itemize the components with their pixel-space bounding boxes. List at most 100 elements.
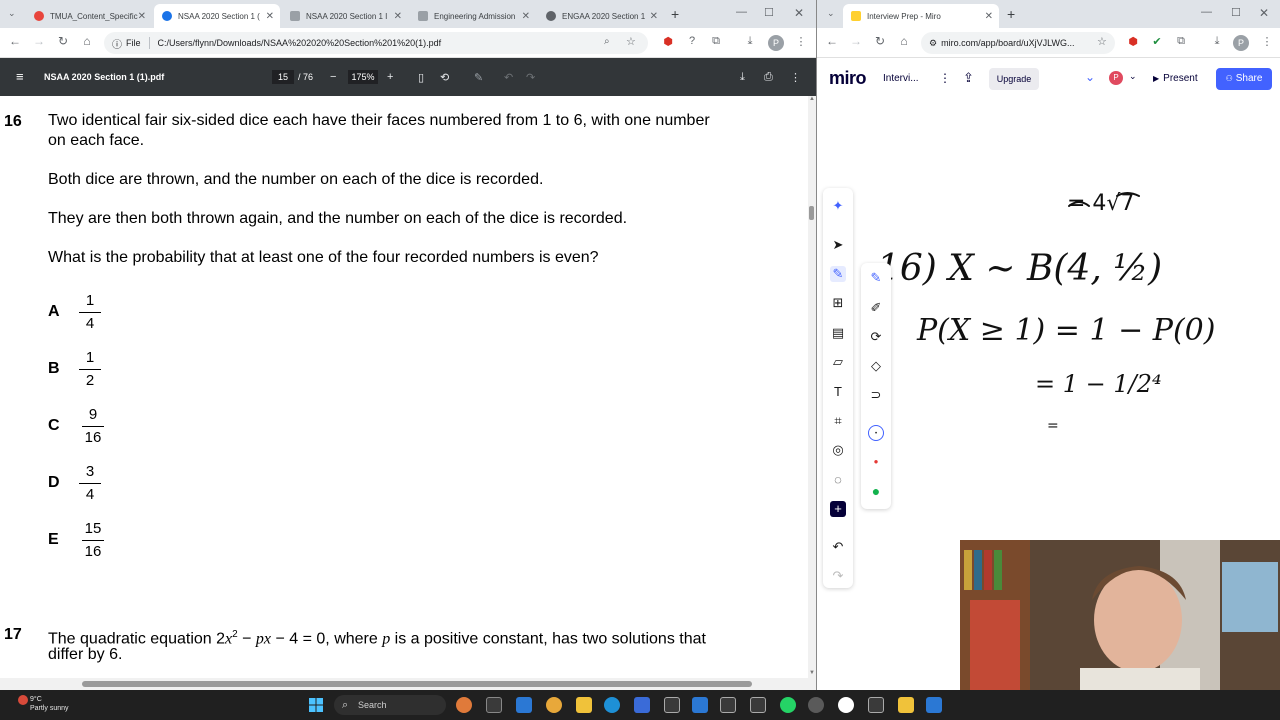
horizontal-scroll-thumb[interactable]: [82, 681, 752, 687]
pdf-more-icon[interactable]: ⋮: [790, 71, 801, 84]
download-icon[interactable]: ⤓: [1209, 35, 1225, 48]
task-view-icon[interactable]: [486, 697, 502, 713]
color-red-swatch[interactable]: ●: [868, 454, 884, 470]
taskbar-search[interactable]: ⌕ Search: [334, 695, 446, 715]
minimize-icon[interactable]: —: [1201, 6, 1212, 18]
copilot-icon[interactable]: [546, 697, 562, 713]
extension-puzzle-icon[interactable]: ?: [684, 35, 700, 47]
weather-widget[interactable]: 9°C Partly sunny: [30, 695, 69, 713]
chrome-icon[interactable]: [838, 697, 854, 713]
collaborator-avatar[interactable]: P: [1109, 71, 1123, 85]
pdf-download-icon[interactable]: ⤓: [740, 71, 745, 84]
redo-icon[interactable]: ↷: [526, 71, 535, 84]
pen-icon[interactable]: ✎: [830, 266, 846, 282]
board-menu-icon[interactable]: ⋮: [939, 71, 951, 85]
shapes-icon[interactable]: ◎: [830, 442, 846, 458]
scroll-thumb[interactable]: [809, 206, 814, 220]
close-icon[interactable]: ✕: [394, 11, 402, 22]
smart-draw-icon[interactable]: ⟳: [868, 329, 884, 345]
extensions-icon[interactable]: ⧉: [708, 35, 724, 48]
menu-kebab-icon[interactable]: ⋮: [1259, 35, 1275, 48]
frame-icon[interactable]: ⌗: [830, 413, 846, 429]
address-bar[interactable]: ⚙ miro.com/app/board/uXjVJLWG... ☆: [921, 32, 1115, 54]
app-window-icon[interactable]: [750, 697, 766, 713]
rotate-icon[interactable]: ⟲: [440, 71, 449, 84]
share-button[interactable]: ⚇ Share: [1216, 68, 1272, 90]
edge-browser-icon[interactable]: [604, 697, 620, 713]
download-icon[interactable]: ⤓: [742, 35, 758, 48]
tab-search-icon[interactable]: ⌄: [827, 8, 835, 19]
forward-icon[interactable]: →: [847, 34, 865, 48]
whatsapp-icon[interactable]: [780, 697, 796, 713]
extensions-icon[interactable]: ⧉: [1173, 35, 1189, 48]
home-icon[interactable]: ⌂: [895, 34, 913, 48]
new-tab-icon[interactable]: +: [1007, 6, 1015, 22]
zoom-level[interactable]: 175%: [348, 70, 378, 84]
sticky-note-icon[interactable]: ▱: [830, 354, 846, 370]
settings-gear-icon[interactable]: [808, 697, 824, 713]
table-icon[interactable]: ▤: [830, 325, 846, 341]
app-window-icon[interactable]: [868, 697, 884, 713]
zoom-out-icon[interactable]: −: [330, 71, 336, 83]
app-window-icon[interactable]: [692, 697, 708, 713]
board-name[interactable]: Intervi...: [883, 73, 919, 84]
menu-kebab-icon[interactable]: ⋮: [793, 35, 809, 48]
lasso-icon[interactable]: ⊃: [868, 387, 884, 403]
ai-sparkle-icon[interactable]: ✦: [830, 198, 846, 214]
home-icon[interactable]: ⌂: [78, 34, 96, 48]
tab-nsaa-active[interactable]: NSAA 2020 Section 1 ( ✕: [154, 4, 280, 28]
file-explorer-icon[interactable]: [576, 697, 592, 713]
back-icon[interactable]: ←: [6, 34, 24, 48]
close-icon[interactable]: ✕: [985, 11, 993, 22]
undo-icon[interactable]: ↶: [504, 71, 513, 84]
color-green-swatch[interactable]: ●: [868, 483, 884, 499]
annotate-icon[interactable]: ✎: [474, 71, 483, 84]
weather-icon[interactable]: [18, 695, 28, 705]
address-bar[interactable]: ⓘ File C:/Users/flynn/Downloads/NSAA%202…: [104, 32, 648, 54]
close-icon[interactable]: ✕: [138, 11, 146, 22]
taskbar-app-icon[interactable]: [516, 697, 532, 713]
bookmark-star-icon[interactable]: ☆: [1097, 35, 1107, 48]
pdf-vertical-scrollbar[interactable]: ▲ ▼: [808, 96, 816, 680]
print-icon[interactable]: ⎙: [764, 71, 773, 84]
reload-icon[interactable]: ↻: [871, 34, 889, 48]
fit-page-icon[interactable]: ▯: [418, 71, 424, 84]
reactions-icon[interactable]: ⌄: [1085, 70, 1095, 84]
comment-icon[interactable]: ◌: [830, 472, 846, 488]
minimize-icon[interactable]: —: [736, 6, 747, 18]
page-number-input[interactable]: 15: [272, 70, 294, 84]
adblock-icon[interactable]: ⬢: [660, 35, 676, 48]
tab-nsaa-2[interactable]: NSAA 2020 Section 1 I ✕: [282, 4, 408, 28]
pdf-horizontal-scrollbar[interactable]: [0, 678, 816, 690]
window-close-icon[interactable]: ✕: [794, 6, 804, 20]
redo-icon[interactable]: ↷: [830, 568, 846, 584]
tab-miro[interactable]: Interview Prep - Miro ✕: [843, 4, 999, 28]
widget-app-icon[interactable]: [456, 697, 472, 713]
windows-start-icon[interactable]: [309, 698, 323, 712]
undo-icon[interactable]: ↶: [830, 539, 846, 555]
notes-app-icon[interactable]: [898, 697, 914, 713]
scroll-up-icon[interactable]: ▲: [809, 96, 815, 102]
close-icon[interactable]: ✕: [522, 11, 530, 22]
tab-engineering[interactable]: Engineering Admission ✕: [410, 4, 536, 28]
pen-icon[interactable]: ✎: [868, 270, 884, 286]
forward-icon[interactable]: →: [30, 34, 48, 48]
new-tab-icon[interactable]: +: [671, 6, 679, 22]
app-window-icon[interactable]: [664, 697, 680, 713]
adblock-icon[interactable]: ⬢: [1125, 35, 1141, 48]
maximize-icon[interactable]: ☐: [1231, 6, 1241, 19]
select-cursor-icon[interactable]: ➤: [830, 237, 846, 253]
store-icon[interactable]: [634, 697, 650, 713]
maximize-icon[interactable]: ☐: [764, 6, 774, 19]
close-icon[interactable]: ✕: [266, 11, 274, 22]
eraser-icon[interactable]: ◇: [868, 358, 884, 374]
hamburger-menu-icon[interactable]: ≡: [16, 69, 24, 84]
tab-engaa[interactable]: ENGAA 2020 Section 1 ✕: [538, 4, 664, 28]
profile-avatar[interactable]: P: [768, 35, 784, 51]
zoom-in-icon[interactable]: +: [387, 71, 393, 83]
templates-icon[interactable]: ⊞: [830, 295, 846, 311]
back-icon[interactable]: ←: [823, 34, 841, 48]
zoom-magnifier-icon[interactable]: ⌕: [604, 36, 610, 47]
text-icon[interactable]: T: [830, 384, 846, 400]
scroll-down-icon[interactable]: ▼: [809, 670, 815, 676]
